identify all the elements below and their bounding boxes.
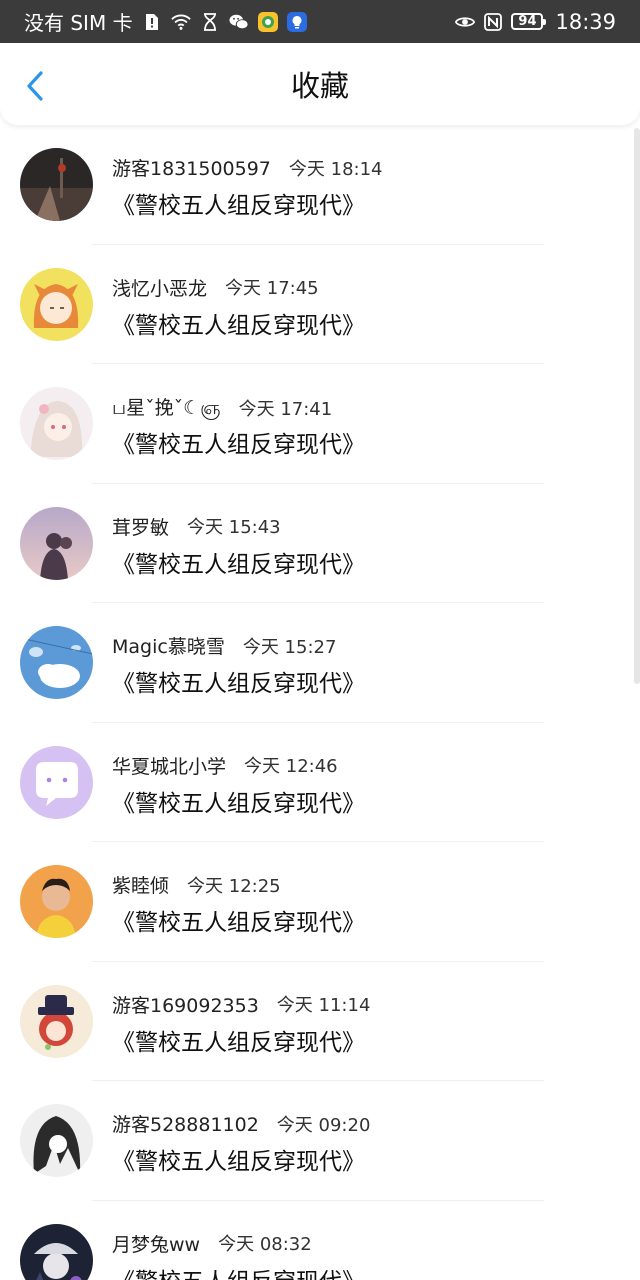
item-meta: 紫睦倾 今天 12:25 xyxy=(112,871,281,898)
avatar xyxy=(20,1223,93,1280)
timestamp: 今天 17:45 xyxy=(225,278,319,299)
bulb-app-icon xyxy=(286,11,307,32)
item-meta: 月梦兔ww 今天 08:32 xyxy=(112,1230,312,1257)
back-button[interactable] xyxy=(18,69,52,103)
list-item[interactable]: 游客169092353 今天 11:14 《警校五人组反穿现代》 xyxy=(0,962,640,1082)
item-meta: 游客1831500597 今天 18:14 xyxy=(112,154,383,181)
status-left: 没有 SIM 卡 xyxy=(24,7,307,36)
list-item[interactable]: 紫睦倾 今天 12:25 《警校五人组反穿现代》 xyxy=(0,842,640,962)
timestamp: 今天 15:27 xyxy=(242,636,337,658)
status-right: 94 18:39 xyxy=(455,10,616,34)
avatar xyxy=(20,506,93,580)
app-notification-icon xyxy=(257,11,278,32)
timestamp: 今天 12:25 xyxy=(187,875,281,897)
user-name: 游客528881102 xyxy=(112,1114,259,1136)
item-meta: 游客169092353 今天 11:14 xyxy=(112,991,370,1018)
page-title: 收藏 xyxy=(290,69,349,103)
book-title: 《警校五人组反穿现代》 xyxy=(112,671,365,697)
eye-icon xyxy=(455,12,476,32)
book-title: 《警校五人组反穿现代》 xyxy=(112,312,365,339)
scrollbar[interactable] xyxy=(634,128,640,684)
avatar xyxy=(20,148,93,221)
book-title: 《警校五人组反穿现代》 xyxy=(112,1029,365,1056)
timestamp: 今天 08:32 xyxy=(218,1234,312,1255)
avatar xyxy=(20,267,93,341)
list-item[interactable]: 茸罗敏 今天 15:43 《警校五人组反穿现代》 xyxy=(0,484,640,604)
book-title: 《警校五人组反穿现代》 xyxy=(112,193,365,219)
user-name: 月梦兔ww xyxy=(112,1233,201,1256)
book-title: 《警校五人组反穿现代》 xyxy=(112,1149,365,1175)
timestamp: 今天 09:20 xyxy=(276,1114,371,1136)
avatar xyxy=(20,745,93,819)
wechat-icon xyxy=(229,12,249,32)
user-name: 游客1831500597 xyxy=(112,158,271,180)
item-meta: ப星ˇ挽ˇ☾ஞ 今天 17:41 xyxy=(112,393,332,422)
user-name: 华夏城北小学 xyxy=(112,755,227,778)
item-meta: Magic慕晓雪 今天 15:27 xyxy=(112,632,336,659)
hourglass-icon xyxy=(200,12,220,32)
timestamp: 今天 18:14 xyxy=(288,158,383,180)
timestamp: 今天 17:41 xyxy=(238,398,333,420)
clock: 18:39 xyxy=(555,9,616,34)
list-item[interactable]: 游客528881102 今天 09:20 《警校五人组反穿现代》 xyxy=(0,1081,640,1201)
item-meta: 浅忆小恶龙 今天 17:45 xyxy=(112,274,319,301)
avatar xyxy=(20,1104,93,1177)
user-name: 浅忆小恶龙 xyxy=(112,277,208,300)
favorites-list[interactable]: 游客1831500597 今天 18:14 《警校五人组反穿现代》 浅忆小恶龙 … xyxy=(0,125,640,1280)
header: 收藏 xyxy=(0,43,640,125)
chevron-left-icon xyxy=(27,71,43,101)
book-title: 《警校五人组反穿现代》 xyxy=(112,790,365,817)
item-meta: 华夏城北小学 今天 12:46 xyxy=(112,752,338,779)
user-name: Magic慕晓雪 xyxy=(112,636,225,658)
timestamp: 今天 12:46 xyxy=(244,756,338,777)
timestamp: 今天 15:43 xyxy=(187,517,281,538)
timestamp: 今天 11:14 xyxy=(276,995,371,1016)
battery-indicator: 94 xyxy=(511,13,547,30)
list-item[interactable]: Magic慕晓雪 今天 15:27 《警校五人组反穿现代》 xyxy=(0,603,640,723)
book-title: 《警校五人组反穿现代》 xyxy=(112,1262,365,1280)
user-name: ப星ˇ挽ˇ☾ஞ xyxy=(112,397,221,419)
nfc-icon xyxy=(483,12,503,32)
book-title: 《警校五人组反穿现代》 xyxy=(112,551,365,578)
sim-alert-icon xyxy=(142,12,162,32)
user-name: 游客169092353 xyxy=(112,994,259,1017)
list-item[interactable]: 华夏城北小学 今天 12:46 《警校五人组反穿现代》 xyxy=(0,723,640,843)
avatar xyxy=(20,387,93,460)
carrier-label: 没有 SIM 卡 xyxy=(24,11,133,35)
list-item[interactable]: 月梦兔ww 今天 08:32 《警校五人组反穿现代》 xyxy=(0,1201,640,1280)
list-item[interactable]: 浅忆小恶龙 今天 17:45 《警校五人组反穿现代》 xyxy=(0,245,640,365)
list-item[interactable]: 游客1831500597 今天 18:14 《警校五人组反穿现代》 xyxy=(0,125,640,245)
book-title: 《警校五人组反穿现代》 xyxy=(112,910,365,936)
user-name: 茸罗敏 xyxy=(112,516,170,539)
list-item[interactable]: ப星ˇ挽ˇ☾ஞ 今天 17:41 《警校五人组反穿现代》 xyxy=(0,364,640,484)
avatar xyxy=(20,626,93,699)
book-title: 《警校五人组反穿现代》 xyxy=(112,432,365,458)
status-bar: 没有 SIM 卡 94 18:39 xyxy=(0,0,640,43)
item-meta: 游客528881102 今天 09:20 xyxy=(112,1110,370,1137)
avatar xyxy=(20,984,93,1058)
user-name: 紫睦倾 xyxy=(112,875,170,897)
avatar xyxy=(20,865,93,938)
wifi-icon xyxy=(170,12,191,32)
item-meta: 茸罗敏 今天 15:43 xyxy=(112,513,281,540)
